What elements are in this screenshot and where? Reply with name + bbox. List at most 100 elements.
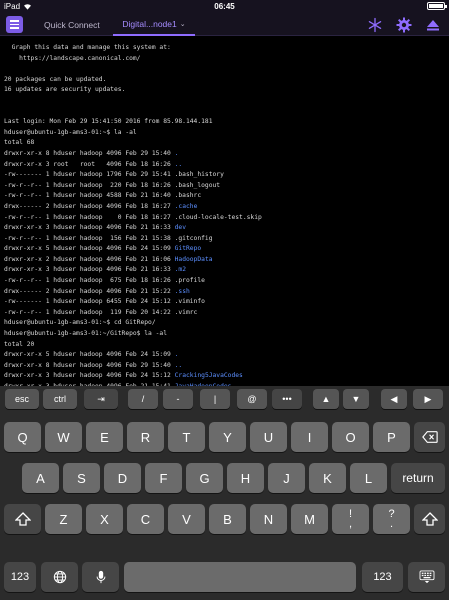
- key-a[interactable]: A: [22, 463, 59, 493]
- eject-icon[interactable]: [425, 17, 441, 33]
- key-g[interactable]: G: [186, 463, 223, 493]
- slash-key[interactable]: /: [128, 389, 158, 409]
- terminal-line-text: drwx------ 2 hduser hadoop 4096 Feb 21 1…: [4, 287, 175, 295]
- key-b[interactable]: B: [209, 504, 246, 534]
- terminal-line-text: drwxr-xr-x 2 hduser hadoop 4096 Feb 21 1…: [4, 255, 175, 263]
- keyboard-hide-icon: [419, 570, 434, 584]
- menu-icon: [10, 20, 19, 22]
- key-y[interactable]: Y: [209, 422, 246, 452]
- ctrl-key[interactable]: ctrl: [43, 389, 77, 409]
- shift-left-key[interactable]: [4, 504, 41, 534]
- tab-key[interactable]: ⇥: [84, 389, 118, 409]
- terminal-line-text: drwxr-xr-x 8 hduser hadoop 4096 Feb 29 1…: [4, 149, 175, 157]
- tab-active-label: Digital...node1: [122, 19, 177, 29]
- key-d[interactable]: D: [104, 463, 141, 493]
- key-q-bottom: .: [389, 518, 394, 530]
- terminal-line-text: drwxr-xr-x 5 hduser hadoop 4096 Feb 24 1…: [4, 245, 175, 253]
- terminal-line-text: hduser@ubuntu-1gb-ams3-01:~/GitRepo$ la …: [4, 330, 168, 338]
- key-z[interactable]: Z: [45, 504, 82, 534]
- terminal-line-text: -rw-r--r-- 1 hduser hadoop 119 Feb 20 14…: [4, 308, 198, 316]
- at-key[interactable]: @: [237, 389, 267, 409]
- globe-icon: [53, 570, 66, 584]
- terminal-line: 16 updates are security updates.: [4, 85, 449, 96]
- key-r[interactable]: R: [127, 422, 164, 452]
- terminal-line-text: drwxr-xr-x 3 hduser hadoop 4096 Feb 21 1…: [4, 224, 175, 232]
- arrow-left-key[interactable]: ◀: [381, 389, 407, 409]
- tab-quick-connect[interactable]: Quick Connect: [44, 14, 100, 36]
- terminal-line: -rw-r--r-- 1 hduser hadoop 675 Feb 18 16…: [4, 276, 449, 287]
- key-u[interactable]: U: [250, 422, 287, 452]
- status-right: [427, 2, 447, 10]
- hide-keyboard-key[interactable]: [408, 562, 445, 592]
- key-k[interactable]: K: [309, 463, 346, 493]
- tab-bar: Quick Connect Digital...node1 ⌄: [0, 14, 449, 36]
- backspace-key[interactable]: [414, 422, 445, 452]
- directory-name: Cracking5JavaCodes: [174, 372, 243, 380]
- key-n[interactable]: N: [250, 504, 287, 534]
- key-l[interactable]: L: [350, 463, 387, 493]
- key-e[interactable]: E: [86, 422, 123, 452]
- terminal-output[interactable]: Graph this data and manage this system a…: [0, 37, 449, 387]
- key-s[interactable]: S: [63, 463, 100, 493]
- terminal-line: drwx------ 2 hduser hadoop 4096 Feb 18 1…: [4, 202, 449, 213]
- shift-right-key[interactable]: [414, 504, 445, 534]
- return-key[interactable]: return: [391, 463, 445, 493]
- numbers-left-key[interactable]: 123: [4, 562, 36, 592]
- terminal-line: drwxr-xr-x 2 hduser hadoop 4096 Feb 21 1…: [4, 255, 449, 266]
- key-exclamation-comma[interactable]: !,: [332, 504, 369, 534]
- tab-active-session[interactable]: Digital...node1 ⌄: [113, 14, 195, 36]
- arrow-down-key[interactable]: ▼: [343, 389, 369, 409]
- more-key[interactable]: •••: [272, 389, 302, 409]
- terminal-line: drwxr-xr-x 3 hduser hadoop 4096 Feb 21 1…: [4, 265, 449, 276]
- terminal-line: drwxr-xr-x 8 hduser hadoop 4096 Feb 29 1…: [4, 361, 449, 372]
- terminal-line-text: drwxr-xr-x 3 hduser hadoop 4096 Feb 21 1…: [4, 266, 175, 274]
- terminal-line: -rw-r--r-- 1 hduser hadoop 220 Feb 18 16…: [4, 181, 449, 192]
- key-h[interactable]: H: [227, 463, 264, 493]
- arrow-up-key[interactable]: ▲: [313, 389, 339, 409]
- terminal-line-text: hduser@ubuntu-1gb-ams3-01:~$ cd GitRepo/: [4, 319, 156, 327]
- menu-button[interactable]: [6, 16, 23, 33]
- key-v[interactable]: V: [168, 504, 205, 534]
- dictation-key[interactable]: [82, 562, 119, 592]
- directory-name: ..: [174, 361, 183, 369]
- key-m[interactable]: M: [291, 504, 328, 534]
- terminal-line: -rw-r--r-- 1 hduser hadoop 4588 Feb 21 1…: [4, 191, 449, 202]
- key-w[interactable]: W: [45, 422, 82, 452]
- terminal-line-text: Last login: Mon Feb 29 15:41:50 2016 fro…: [4, 118, 213, 126]
- key-o[interactable]: O: [332, 422, 369, 452]
- arrow-right-key[interactable]: ▶: [413, 389, 443, 409]
- esc-key[interactable]: esc: [5, 389, 39, 409]
- key-c[interactable]: C: [127, 504, 164, 534]
- terminal-line: -rw------- 1 hduser hadoop 1796 Feb 29 1…: [4, 170, 449, 181]
- key-q[interactable]: Q: [4, 422, 41, 452]
- numbers-right-key[interactable]: 123: [362, 562, 403, 592]
- snowflake-icon[interactable]: [367, 17, 383, 33]
- terminal-line-text: -rw-r--r-- 1 hduser hadoop 675 Feb 18 16…: [4, 277, 205, 285]
- terminal-line: drwx------ 2 hduser hadoop 4096 Feb 21 1…: [4, 287, 449, 298]
- key-question-period[interactable]: ?.: [373, 504, 410, 534]
- key-f[interactable]: F: [145, 463, 182, 493]
- terminal-line-text: total 20: [4, 340, 35, 348]
- globe-key[interactable]: [41, 562, 78, 592]
- terminal-line-text: drwxr-xr-x 8 hduser hadoop 4096 Feb 29 1…: [4, 361, 175, 369]
- directory-name: .: [174, 351, 179, 359]
- dash-key[interactable]: -: [163, 389, 193, 409]
- terminal-line-text: -rw-r--r-- 1 hduser hadoop 0 Feb 18 16:2…: [4, 213, 262, 221]
- terminal-line-text: hduser@ubuntu-1gb-ams3-01:~$ la -al: [4, 128, 137, 136]
- key-x[interactable]: X: [86, 504, 123, 534]
- directory-name: .ssh: [174, 287, 190, 295]
- key-t[interactable]: T: [168, 422, 205, 452]
- pipe-key[interactable]: |: [200, 389, 230, 409]
- key-j[interactable]: J: [268, 463, 305, 493]
- key-i[interactable]: I: [291, 422, 328, 452]
- status-bar: iPad 06:45: [0, 0, 449, 14]
- directory-name: .: [174, 149, 179, 157]
- terminal-line: drwxr-xr-x 3 hduser hadoop 4096 Feb 24 1…: [4, 371, 449, 382]
- space-key[interactable]: [124, 562, 356, 592]
- terminal-line-text: https://landscape.canonical.com/: [4, 54, 141, 62]
- key-p[interactable]: P: [373, 422, 410, 452]
- terminal-line-text: total 68: [4, 139, 35, 147]
- gear-icon[interactable]: [396, 17, 412, 33]
- terminal-line: drwxr-xr-x 5 hduser hadoop 4096 Feb 24 1…: [4, 350, 449, 361]
- keyboard: Q W E R T Y U I O P A S D F G H J K L re…: [0, 412, 449, 600]
